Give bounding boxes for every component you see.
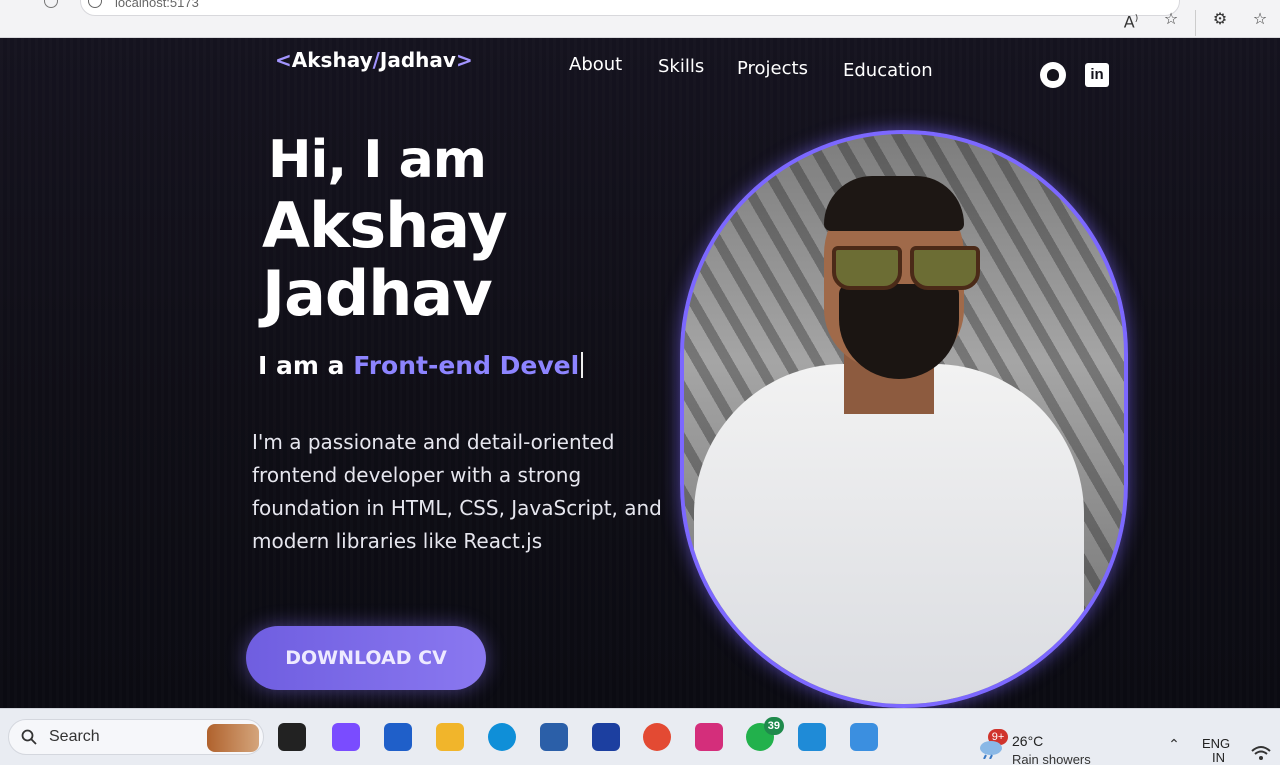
region-code: IN: [1212, 750, 1225, 765]
refresh-icon[interactable]: [44, 0, 58, 8]
read-aloud-icon[interactable]: A): [1111, 6, 1151, 32]
photo-shirt: [694, 364, 1084, 704]
role-typed-text: Front-end Devel: [353, 351, 580, 380]
search-highlight-image: [207, 724, 259, 752]
taskbar-search[interactable]: Search: [8, 719, 264, 755]
app-icon-2[interactable]: [592, 723, 620, 751]
linkedin-icon[interactable]: in: [1085, 63, 1109, 87]
chevron-up-icon[interactable]: ⌃: [1164, 737, 1184, 757]
wifi-icon[interactable]: [1250, 745, 1272, 761]
instagram-icon[interactable]: [695, 723, 723, 751]
favorite-star-icon[interactable]: ☆: [1151, 6, 1191, 32]
app-icon[interactable]: [540, 723, 568, 751]
hero-role: I am a Front-end Devel: [258, 351, 584, 380]
hero-bio: I'm a passionate and detail-oriented fro…: [252, 430, 662, 553]
typing-caret: [581, 352, 584, 378]
microsoft-store-icon[interactable]: [384, 723, 412, 751]
whatsapp-icon[interactable]: 39: [746, 717, 784, 751]
search-placeholder: Search: [49, 728, 100, 745]
nav-link-projects[interactable]: Projects: [737, 58, 808, 79]
logo-open-bracket: <: [275, 48, 292, 72]
windows-taskbar: Search 39 9+ 26°C Rain showers ⌃ ENG IN: [0, 708, 1280, 765]
language-indicator[interactable]: ENG IN: [1202, 737, 1230, 765]
hero-greeting: Hi, I am: [268, 130, 487, 190]
url-text: localhost:5173: [115, 0, 199, 10]
extensions-icon[interactable]: ⚙: [1200, 6, 1240, 32]
nav-link-skills[interactable]: Skills: [658, 56, 704, 77]
photo-sunglasses: [832, 246, 980, 290]
site-logo[interactable]: <Akshay/Jadhav>: [275, 48, 473, 72]
copilot-icon[interactable]: [332, 723, 360, 751]
vscode-icon[interactable]: [798, 723, 826, 751]
role-prefix: I am a: [258, 351, 345, 380]
language-code: ENG: [1202, 736, 1231, 751]
weather-temperature[interactable]: 26°C: [1012, 733, 1043, 749]
rain-cloud-icon[interactable]: [978, 739, 1004, 759]
portfolio-page: <Akshay/Jadhav> About Skills Projects Ed…: [0, 38, 1280, 708]
profile-photo: [680, 130, 1128, 708]
logo-close-bracket: >: [455, 48, 473, 72]
github-icon[interactable]: [1040, 62, 1066, 88]
edge-icon[interactable]: [488, 723, 516, 751]
address-bar[interactable]: localhost:5173: [80, 0, 1180, 16]
whatsapp-unread-badge: 39: [763, 717, 784, 735]
browser-actions: A) ☆ ⚙ ☆: [1111, 6, 1280, 36]
logo-last-name: Jadhav: [379, 48, 456, 72]
file-explorer-icon[interactable]: [436, 723, 464, 751]
photo-hair: [824, 176, 964, 231]
browser-toolbar: localhost:5173 A) ☆ ⚙ ☆: [0, 0, 1280, 38]
search-icon: [21, 729, 37, 745]
task-view-icon[interactable]: [278, 723, 306, 751]
logo-first-name: Akshay: [291, 48, 373, 72]
divider: [1195, 10, 1196, 36]
download-cv-button[interactable]: DOWNLOAD CV: [246, 626, 486, 690]
logo-slash: /: [372, 48, 380, 72]
hero-name: Akshay Jadhav: [262, 189, 508, 330]
weather-description[interactable]: Rain showers: [1012, 752, 1091, 765]
nav-link-education[interactable]: Education: [843, 60, 933, 81]
favorites-list-icon[interactable]: ☆: [1240, 6, 1280, 32]
chrome-icon[interactable]: [643, 723, 671, 751]
photos-icon[interactable]: [850, 723, 878, 751]
nav-link-about[interactable]: About: [569, 54, 622, 75]
